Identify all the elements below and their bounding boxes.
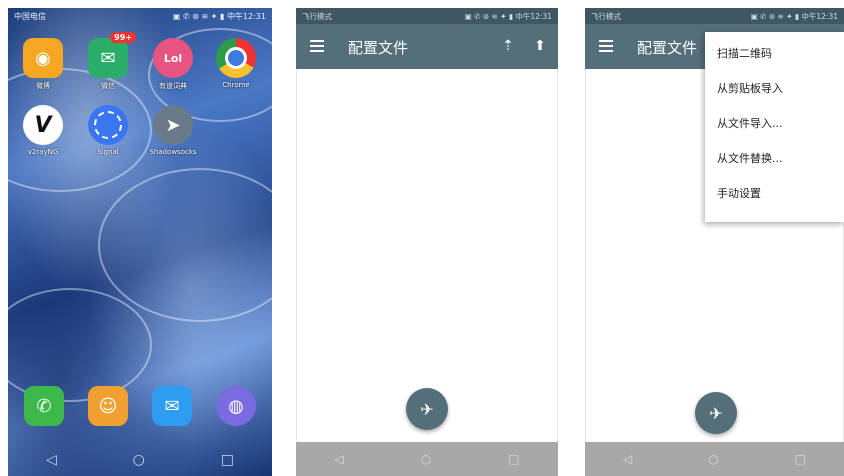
weibo-icon: ◉ [23,38,63,78]
recents-icon[interactable]: □ [795,452,806,466]
navigation-bar: ◁ ○ □ [8,444,272,476]
airplane-icon: ✈ [709,403,723,423]
page-title: 配置文件 [348,39,409,57]
add-profile-menu: 扫描二维码 从剪贴板导入 从文件导入... 从文件替换... 手动设置 [705,32,844,222]
app-label: 微信 [101,82,115,90]
airplane-mode-label: 飞行模式 [302,12,332,21]
home-icon[interactable]: ○ [708,452,718,466]
navigation-bar: ◁ ○ □ [585,442,844,476]
connect-fab[interactable]: ✈ [695,392,737,434]
airplane-icon: ✈ [420,399,434,419]
connect-fab[interactable]: ✈ [406,388,448,430]
contacts-icon[interactable]: ☺ [88,386,128,426]
shadowsocks-icon: ➤ [153,105,193,145]
app-label: Signal [97,148,119,156]
wechat-icon: ✉ 99+ [88,32,136,78]
v2rayng-icon: V [23,105,63,145]
app-wechat[interactable]: ✉ 99+ 微信 [78,32,138,91]
menu-item-replace-file[interactable]: 从文件替换... [717,149,837,169]
dock: ✆ ☺ ✉ ◍ [8,386,272,436]
signal-icon [88,105,128,145]
app-screen: 飞行模式 ▣ ✆ ⊛ ≋ ✦ ▮ 中午12:31 配置文件 ⇡ ⬆ ✈ ◁ ○ … [296,8,558,476]
recents-icon[interactable]: □ [508,452,519,466]
app-label: Chrome [222,81,250,89]
page-title: 配置文件 [637,39,698,57]
app-label: 有道词典 [159,82,187,90]
recents-icon[interactable]: □ [221,452,234,468]
status-bar: 中国电信 ▣ ✆ ⊛ ≋ ✦ ▮ 中午12:31 [8,8,272,24]
airplane-mode-label: 飞行模式 [591,12,621,21]
toolbar: 配置文件 ⇡ ⬆ [296,24,558,69]
browser-icon[interactable]: ◍ [216,386,256,426]
youdao-icon: Lol [153,38,193,78]
upload-icon[interactable]: ⬆ [530,36,550,56]
status-bar: 飞行模式 ▣ ✆ ⊛ ≋ ✦ ▮ 中午12:31 [296,8,558,24]
menu-item-manual-setup[interactable]: 手动设置 [717,184,837,204]
messages-icon[interactable]: ✉ [152,386,192,426]
menu-icon[interactable] [310,40,324,52]
app-v2rayng[interactable]: V v2rayNG [13,105,73,156]
app-chrome[interactable]: Chrome [206,38,266,89]
home-screen: 中国电信 ▣ ✆ ⊛ ≋ ✦ ▮ 中午12:31 ◉ 微博 ✉ 99+ 微信 L… [8,8,272,476]
status-bar: 飞行模式 ▣ ✆ ⊛ ≋ ✦ ▮ 中午12:31 [585,8,844,24]
back-icon[interactable]: ◁ [334,452,343,466]
chrome-icon [216,38,256,78]
app-screen-menu: 飞行模式 ▣ ✆ ⊛ ≋ ✦ ▮ 中午12:31 配置文件 扫描二维码 从剪贴板… [585,8,844,476]
status-icons: ▣ ✆ ⊛ ≋ ✦ ▮ 中午12:31 [172,12,266,21]
home-icon[interactable]: ○ [133,452,145,468]
add-profile-icon[interactable]: ⇡ [498,36,518,56]
app-label: 微博 [36,82,50,90]
menu-item-import-file[interactable]: 从文件导入... [717,114,837,134]
navigation-bar: ◁ ○ □ [296,442,558,476]
app-shadowsocks[interactable]: ➤ Shadowsocks [143,105,203,156]
status-icons: ▣ ✆ ⊛ ≋ ✦ ▮ 中午12:31 [750,12,838,21]
app-label: v2rayNG [27,148,59,156]
back-icon[interactable]: ◁ [46,452,57,468]
app-youdao[interactable]: Lol 有道词典 [143,38,203,91]
app-label: Shadowsocks [149,148,197,156]
app-weibo[interactable]: ◉ 微博 [13,38,73,91]
carrier-label: 中国电信 [14,12,46,21]
app-signal[interactable]: Signal [78,105,138,156]
phone-icon[interactable]: ✆ [24,386,64,426]
status-icons: ▣ ✆ ⊛ ≋ ✦ ▮ 中午12:31 [464,12,552,21]
notification-badge: 99+ [110,32,136,43]
menu-item-import-clipboard[interactable]: 从剪贴板导入 [717,79,837,99]
menu-icon[interactable] [599,40,613,52]
home-icon[interactable]: ○ [421,452,431,466]
menu-item-scan-qr[interactable]: 扫描二维码 [717,44,837,64]
back-icon[interactable]: ◁ [623,452,632,466]
